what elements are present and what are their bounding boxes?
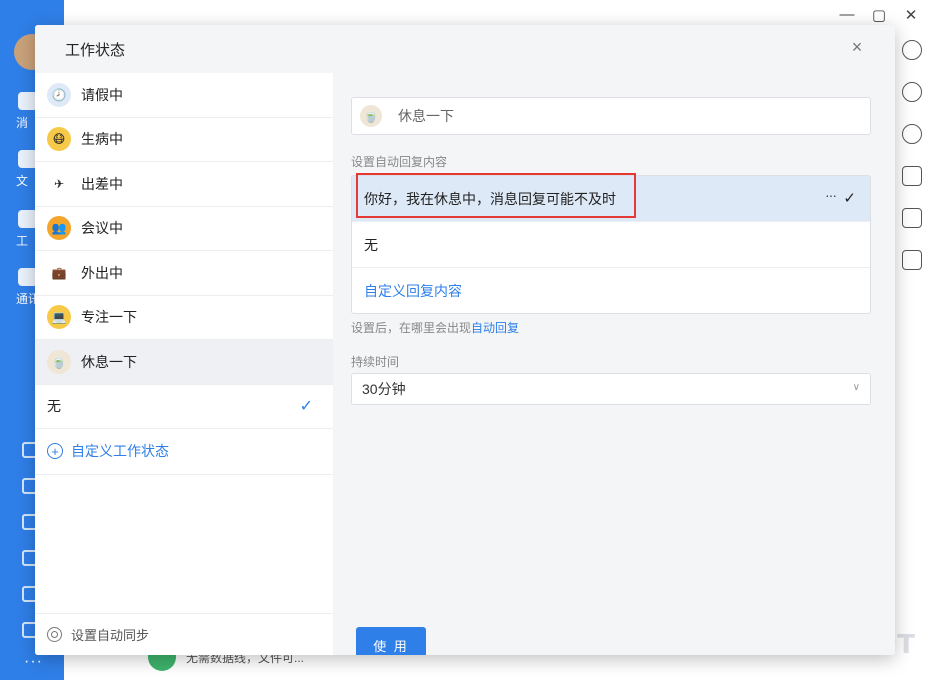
custom-status-button[interactable]: + 自定义工作状态 — [35, 429, 333, 475]
status-item[interactable]: 👥 会议中 — [35, 207, 333, 251]
status-item-none[interactable]: 无 ✓ — [35, 385, 333, 429]
airplane-icon: ✈ — [47, 171, 71, 196]
reply-option-text: 你好，我在休息中，消息回复可能不及时 — [364, 190, 616, 207]
reply-option-text: 无 — [364, 236, 378, 253]
more-icon[interactable]: ··· — [24, 653, 43, 671]
status-item[interactable]: 🕗 请假中 — [35, 73, 333, 118]
sick-mask-icon: 😷 — [47, 127, 71, 152]
reply-hint: 设置后，在哪里会出现自动回复 — [351, 319, 519, 336]
status-item[interactable]: 💼 外出中 — [35, 251, 333, 296]
status-list-pane: 🕗 请假中 😷 生病中 ✈ 出差中 👥 会议中 💼 外出中 💻 专注一下 🍵 休息一下 无 ✓ + 自定义… — [35, 73, 333, 655]
status-item-label: 外出中 — [81, 264, 123, 281]
chevron-down-icon: ∨ — [852, 382, 860, 393]
status-item-label: 休息一下 — [81, 353, 137, 370]
status-item-label: 会议中 — [81, 220, 123, 237]
custom-status-label: 自定义工作状态 — [71, 443, 169, 459]
close-icon[interactable]: × — [849, 38, 865, 56]
checkmark-icon: ✓ — [299, 398, 313, 415]
status-item-label: 出差中 — [81, 175, 123, 192]
dialog-header: 工作状态 × — [35, 25, 895, 73]
status-none-label: 无 — [47, 398, 61, 414]
reply-option-default[interactable]: 你好，我在休息中，消息回复可能不及时 ··· ✓ — [352, 176, 870, 222]
status-detail-pane: 🍵 设置自动回复内容 你好，我在休息中，消息回复可能不及时 ··· ✓ 无 自定… — [333, 73, 895, 655]
auto-sync-label: 设置自动同步 — [71, 628, 150, 643]
custom-reply-link[interactable]: 自定义回复内容 — [352, 268, 870, 313]
window-controls: — ▢ ✕ — [838, 6, 920, 24]
dialog-title: 工作状态 — [65, 41, 126, 59]
status-name-input[interactable] — [398, 108, 838, 124]
status-item[interactable]: 💻 专注一下 — [35, 296, 333, 340]
work-status-dialog: 工作状态 × 🕗 请假中 😷 生病中 ✈ 出差中 👥 会议中 💼 外出中 💻 专注一下 🍵 休息一下 无 … — [35, 25, 895, 655]
announcement-icon[interactable] — [902, 208, 922, 228]
more-options-icon[interactable] — [902, 40, 922, 60]
add-member-icon[interactable] — [902, 82, 922, 102]
reply-section-label: 设置自动回复内容 — [351, 155, 448, 169]
briefcase-icon: 💼 — [47, 260, 71, 285]
tea-cup-icon: 🍵 — [360, 105, 382, 127]
status-item-label: 生病中 — [81, 131, 123, 148]
minimize-button[interactable]: — — [838, 6, 856, 24]
auto-sync-setting[interactable]: 设置自动同步 — [35, 613, 333, 655]
more-icon[interactable]: ··· — [825, 187, 837, 203]
status-list: 🕗 请假中 😷 生病中 ✈ 出差中 👥 会议中 💼 外出中 💻 专注一下 🍵 休息一下 — [35, 73, 333, 385]
plus-circle-icon: + — [47, 443, 63, 459]
maximize-button[interactable]: ▢ — [870, 6, 888, 24]
auto-reply-link[interactable]: 自动回复 — [471, 321, 519, 335]
status-item-label: 专注一下 — [81, 309, 137, 326]
status-name-field[interactable]: 🍵 — [351, 97, 871, 135]
status-item-label: 请假中 — [81, 86, 123, 103]
gear-icon — [47, 627, 62, 642]
duration-label: 持续时间 — [351, 355, 400, 369]
window-close-button[interactable]: ✕ — [902, 6, 920, 24]
folder-icon[interactable] — [902, 166, 922, 186]
live-tv-icon[interactable] — [902, 250, 922, 270]
history-icon[interactable] — [902, 124, 922, 144]
auto-reply-options: 你好，我在休息中，消息回复可能不及时 ··· ✓ 无 自定义回复内容 — [351, 175, 871, 314]
duration-select[interactable]: 30分钟 ∨ — [351, 373, 871, 405]
right-toolbar — [894, 40, 930, 292]
checkmark-icon: ✓ — [843, 190, 856, 207]
status-item[interactable]: ✈ 出差中 — [35, 162, 333, 207]
focus-laptop-icon: 💻 — [47, 305, 71, 330]
tea-cup-icon: 🍵 — [47, 349, 71, 374]
use-button[interactable]: 使 用 — [356, 627, 426, 655]
hint-text: 设置后，在哪里会出现 — [351, 321, 472, 335]
status-item[interactable]: 🍵 休息一下 — [35, 340, 333, 385]
reply-option-none[interactable]: 无 — [352, 222, 870, 268]
meeting-people-icon: 👥 — [47, 216, 71, 241]
clock-icon: 🕗 — [47, 82, 71, 107]
duration-value: 30分钟 — [362, 381, 406, 397]
status-item[interactable]: 😷 生病中 — [35, 118, 333, 162]
